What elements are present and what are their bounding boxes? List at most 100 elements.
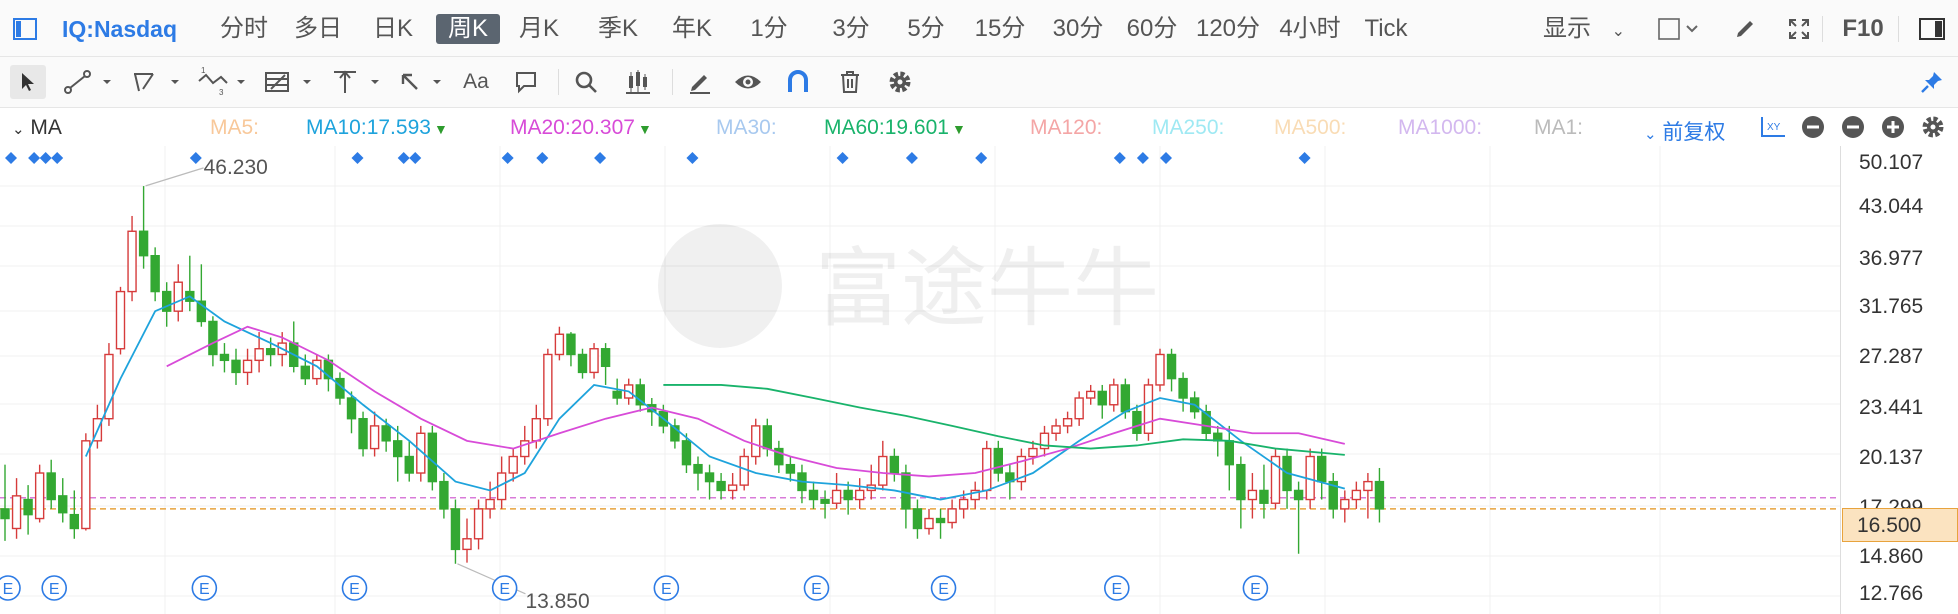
dividend-marker-icon[interactable] [397,152,410,164]
adjust-dropdown[interactable]: ⌄ 前复权 [1644,116,1725,146]
symbol-label[interactable]: IQ:Nasdaq [62,14,177,44]
dividend-marker-icon[interactable] [28,152,41,164]
dividend-marker-icon[interactable] [686,152,699,164]
dividend-marker-icon[interactable] [409,152,422,164]
candle-body [242,359,253,374]
cursor-icon[interactable] [10,65,46,99]
ma-label: MA5: [210,116,260,139]
ma-item[interactable]: MA1000: [1398,116,1482,140]
arrow-icon[interactable] [396,65,448,99]
magnet-icon[interactable] [780,65,816,99]
gear-icon[interactable] [882,65,918,99]
ma-item[interactable]: MA10:17.593 ▼ [306,116,448,140]
earnings-marker-label: E [938,581,949,598]
tab-timeframe-8[interactable]: 3分 [828,14,874,44]
candle-body [958,498,969,510]
dividend-marker-icon[interactable] [536,152,549,164]
checkbox-dropdown[interactable] [1658,16,1702,42]
dividend-marker-icon[interactable] [39,152,52,164]
chevron-down-icon: ⌄ [1644,126,1657,143]
dividend-marker-icon[interactable] [594,152,607,164]
candle-body [762,425,772,450]
collapse-icon[interactable] [1800,114,1826,140]
axis-settings-icon[interactable]: XY [1758,114,1788,140]
candle-body [138,230,149,257]
ma-item[interactable]: MA20:20.307 ▼ [510,116,652,140]
eye-icon[interactable] [730,65,766,99]
tab-timeframe-1[interactable]: 多日 [286,14,350,44]
tab-timeframe-7[interactable]: 1分 [746,14,792,44]
tab-timeframe-5[interactable]: 季K [592,14,644,44]
vertical-icon[interactable] [330,65,382,99]
dividend-marker-icon[interactable] [351,152,364,164]
ma-item[interactable]: MA30: [716,116,777,140]
comment-icon[interactable] [508,65,544,99]
candle-body [23,498,33,516]
tab-timeframe-3[interactable]: 周K [436,14,500,44]
y-tick-label: 31.765 [1859,295,1924,318]
zoom-in-icon[interactable] [1880,114,1906,140]
wave-icon[interactable]: 13 [196,65,248,99]
dividend-marker-icon[interactable] [51,152,64,164]
candlestick-chart[interactable]: 富途牛牛 46.230 13.850 E E E E E E E E E E [0,146,1840,614]
candle-body [473,508,484,540]
dividend-marker-icon[interactable] [1113,152,1126,164]
line-icon[interactable] [62,65,114,99]
ma-item[interactable]: MA250: [1152,116,1224,140]
trash-icon[interactable] [832,65,868,99]
text-icon[interactable]: Aa [458,65,494,99]
search-icon[interactable] [568,65,604,99]
candle-body [531,417,541,442]
candle-body [1143,384,1154,434]
earnings-marker-label: E [199,581,210,598]
tab-timeframe-13[interactable]: 120分 [1192,14,1264,44]
dividend-marker-icon[interactable] [189,152,202,164]
tab-timeframe-2[interactable]: 日K [368,14,418,44]
candle-body [346,397,357,420]
tab-timeframe-12[interactable]: 60分 [1122,14,1182,44]
pin-icon[interactable] [1914,65,1950,99]
candle-icon[interactable] [620,65,656,99]
dividend-marker-icon[interactable] [1298,152,1311,164]
earnings-marker-label: E [499,581,510,598]
dividend-marker-icon[interactable] [975,152,988,164]
dividend-marker-icon[interactable] [1136,152,1149,164]
dividend-marker-icon[interactable] [501,152,514,164]
tab-timeframe-11[interactable]: 30分 [1048,14,1108,44]
dividend-marker-icon[interactable] [5,152,17,164]
pen-icon[interactable] [682,65,718,99]
f10-button[interactable]: F10 [1838,14,1888,44]
tab-timeframe-15[interactable]: Tick [1358,14,1414,44]
candle-body [1316,455,1327,483]
candle-body [46,472,56,501]
tab-timeframe-9[interactable]: 5分 [902,14,950,44]
current-price-tag: 16.500 [1842,508,1958,542]
candle-body [1259,489,1269,504]
ma-item[interactable]: MA500: [1274,116,1346,140]
tab-timeframe-4[interactable]: 月K [514,14,564,44]
right-panel-icon[interactable] [1916,14,1948,44]
dividend-marker-icon[interactable] [1160,152,1172,164]
fullscreen-icon[interactable] [1784,14,1814,44]
sidebar-toggle-icon[interactable] [10,14,40,44]
ma-item[interactable]: MA1: [1534,116,1583,140]
tab-timeframe-10[interactable]: 15分 [970,14,1030,44]
tab-timeframe-6[interactable]: 年K [666,14,718,44]
fib-icon[interactable] [262,65,314,99]
ma-item[interactable]: MA5: [210,116,259,140]
polyline-icon[interactable] [130,65,182,99]
tab-timeframe-0[interactable]: 分时 [214,14,274,44]
zoom-out-icon[interactable] [1840,114,1866,140]
dividend-marker-icon[interactable] [905,152,918,164]
settings-icon[interactable] [1920,114,1946,140]
ma-item[interactable]: MA120: [1030,116,1102,140]
candle-body [600,348,611,368]
dividend-marker-icon[interactable] [836,152,849,164]
y-tick-label: 50.107 [1859,151,1924,174]
tab-timeframe-14[interactable]: 4小时 [1272,14,1348,44]
ma-item[interactable]: MA60:19.601 ▼ [824,116,966,140]
brush-icon[interactable] [1730,14,1760,44]
ma-indicator-toggle[interactable]: ⌄ MA [12,116,62,140]
ma-legend: ⌄ MA MA5: MA10:17.593 ▼ MA20:20.307 ▼ MA30: MA… [0,108,1958,146]
display-dropdown[interactable]: 显示 ⌄ [1543,14,1633,44]
